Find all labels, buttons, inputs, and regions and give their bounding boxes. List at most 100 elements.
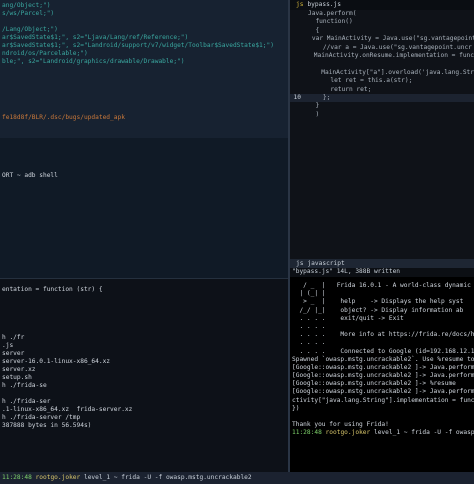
frida-line: . . . . More info at https://frida.re/do… bbox=[292, 331, 474, 339]
editor-line[interactable]: function() bbox=[290, 18, 474, 26]
editor-statusline: js javascript bbox=[290, 259, 474, 268]
frida-line: | (_| | bbox=[292, 290, 326, 298]
editor-line[interactable] bbox=[290, 119, 474, 127]
terminal-line: ar$SavedState$1;", s2="Landroid/support/… bbox=[2, 42, 274, 49]
terminal-line: setup.sh bbox=[2, 374, 32, 381]
line-number: 10 bbox=[293, 93, 301, 101]
terminal-pane-bottom-left[interactable]: entation = function (str) {h ./fr .js serv… bbox=[0, 278, 288, 472]
code-text: Java.perform( bbox=[308, 10, 357, 17]
terminal-line: h ./fr bbox=[2, 334, 25, 341]
prompt-command: level_1 ~ frida -U -f owasp.mst bbox=[373, 429, 474, 437]
line-number bbox=[290, 86, 304, 94]
editor-line[interactable]: MainActivity.onResume.implementation = f… bbox=[290, 52, 474, 60]
editor-line[interactable]: let ret = this.a(str); bbox=[290, 77, 474, 85]
editor-line[interactable]: ) bbox=[290, 111, 474, 119]
terminal-line: server bbox=[2, 350, 25, 357]
terminal-line: .js bbox=[2, 342, 14, 349]
prompt-host: rootgo.joker bbox=[35, 474, 81, 481]
terminal-line: fe18d8f/BLR/.dsc/bugs/updated_apk bbox=[2, 114, 125, 121]
javascript-file-icon: js bbox=[296, 1, 304, 8]
editor-tabline[interactable]: js bypass.js bbox=[290, 0, 474, 10]
line-number bbox=[290, 10, 304, 18]
terminal-line: 387888 bytes in 56.594s) bbox=[2, 422, 92, 429]
editor-filetype: javascript bbox=[307, 259, 345, 267]
prompt-time: 11:28:48 bbox=[292, 429, 322, 437]
frida-line: /_/ |_| object? -> Display information a… bbox=[292, 306, 464, 314]
code-text: return ret; bbox=[308, 85, 372, 93]
code-text: function() bbox=[308, 18, 353, 26]
frida-line: / _ | Frida 16.0.1 - A world-class dynam… bbox=[292, 282, 471, 289]
editor-line[interactable]: { bbox=[290, 27, 474, 35]
pane-divider-horizontal[interactable] bbox=[0, 278, 288, 279]
frida-line: Spawned `owasp.mstg.uncrackable2`. Use %… bbox=[292, 355, 474, 363]
code-text: }; bbox=[308, 93, 331, 101]
code-text: } bbox=[308, 102, 320, 110]
code-text: { bbox=[308, 26, 320, 34]
vim-editor-pane[interactable]: js bypass.js Java.perform( function() { … bbox=[290, 0, 474, 268]
terminal-line: entation = function (str) { bbox=[2, 286, 103, 293]
editor-line[interactable]: } bbox=[290, 102, 474, 110]
code-text: ) bbox=[308, 110, 320, 118]
editor-line[interactable] bbox=[290, 60, 474, 68]
code-text: //var a = Java.use("sg.vantagepoint.uncr bbox=[308, 43, 472, 51]
terminal-line: /Lang/Object;") bbox=[2, 26, 58, 33]
terminal-line: ble;", s2="Landroid/graphics/drawable/Dr… bbox=[2, 58, 185, 65]
frida-line: . . . . bbox=[292, 339, 326, 347]
line-number bbox=[290, 102, 304, 110]
terminal-line: h ./frida-se bbox=[2, 382, 47, 389]
terminal-line: ang/Object;") bbox=[2, 2, 51, 9]
frida-line: . . . . Connected to Google (id=192.168.… bbox=[292, 347, 474, 355]
code-text: let ret = this.a(str); bbox=[308, 77, 413, 85]
frida-line bbox=[290, 413, 474, 421]
line-number bbox=[290, 111, 304, 119]
line-number bbox=[290, 27, 304, 35]
line-number bbox=[290, 119, 304, 127]
terminal-line: ORT ~ adb shell bbox=[2, 172, 58, 179]
terminal-pane-top-left[interactable]: ang/Object;") s/ws/Parcel;") /Lang/Object;… bbox=[0, 0, 288, 138]
terminal-line: ndroid/os/Parcelable;") bbox=[2, 50, 88, 57]
terminal-line: server-16.0.1-linux-x86_64.xz bbox=[2, 358, 111, 365]
frida-line: . . . . exit/quit -> Exit bbox=[292, 314, 404, 322]
terminal-pane-middle-left[interactable]: ORT ~ adb shell bbox=[0, 138, 288, 278]
editor-line[interactable]: var MainActivity = Java.use("sg.vantagep… bbox=[290, 35, 474, 43]
editor-line[interactable]: Java.perform( bbox=[290, 10, 474, 18]
prompt-command: level_1 ~ frida -U -f owasp.mstg.uncrack… bbox=[83, 474, 252, 481]
frida-line: > _ | help -> Displays the help syst bbox=[292, 298, 464, 306]
editor-line[interactable]: 10 }; bbox=[290, 93, 474, 103]
line-number bbox=[290, 44, 304, 52]
frida-line: [Google::owasp.mstg.uncrackable2 ]-> %re… bbox=[292, 380, 456, 388]
editor-line[interactable]: MainActivity["a"].overload('java.lang.St… bbox=[290, 69, 474, 77]
code-text: MainActivity["a"].overload('java.lang.St… bbox=[298, 68, 474, 76]
editor-line[interactable]: //var a = Java.use("sg.vantagepoint.uncr bbox=[290, 44, 474, 52]
line-number bbox=[290, 60, 304, 68]
terminal-line: .1-linux-x86_64.xz frida-server.xz bbox=[2, 406, 133, 413]
editor-code-area[interactable]: Java.perform( function() { var MainActiv… bbox=[290, 10, 474, 127]
editor-message-line: "bypass.js" 14L, 388B written bbox=[290, 268, 474, 277]
editor-line[interactable]: return ret; bbox=[290, 86, 474, 94]
frida-line: }) bbox=[292, 404, 300, 412]
frida-terminal-pane[interactable]: "bypass.js" 14L, 388B written / _ | Frid… bbox=[290, 268, 474, 472]
code-text: MainActivity.onResume.implementation = f… bbox=[298, 51, 474, 59]
terminal-line: server.xz bbox=[2, 366, 36, 373]
code-text: var MainActivity = Java.use("sg.vantagep… bbox=[297, 35, 474, 43]
frida-output: / _ | Frida 16.0.1 - A world-class dynam… bbox=[290, 282, 474, 438]
editor-tab-label[interactable]: bypass.js bbox=[307, 1, 341, 9]
